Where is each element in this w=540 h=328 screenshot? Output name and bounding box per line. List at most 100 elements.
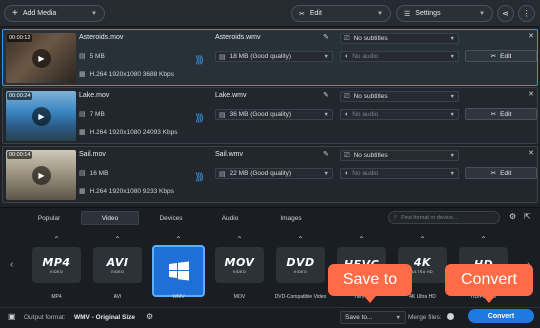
format-mov[interactable]: ⌃ MOV VIDEO MOV	[212, 231, 267, 315]
duration-badge: 00:00:12	[7, 34, 33, 42]
search-icon: ⌕	[394, 214, 398, 220]
scissors-icon: ✂	[490, 53, 497, 60]
output-filename[interactable]: Sail.wmv	[215, 151, 243, 158]
tab-popular[interactable]: Popular	[20, 211, 78, 225]
settings-label: Settings	[415, 10, 441, 17]
audio-icon: ◖	[344, 53, 349, 60]
output-size-dropdown[interactable]: ▤ 36 MB (Good quality) ▼	[215, 109, 333, 120]
subtitles-dropdown[interactable]: ⎚ No subtitles ▼	[340, 33, 459, 44]
format-search-input[interactable]: ⌕ Find format or device...	[388, 211, 500, 224]
output-size-dropdown[interactable]: ▤ 22 MB (Good quality) ▼	[215, 168, 333, 179]
merge-files-toggle[interactable]	[447, 313, 454, 320]
scissors-icon: ✂	[490, 111, 497, 118]
file-row[interactable]: 00:00:24 ▶ Lake.mov ▤ 7 MB ▦ H.264 1920x10…	[2, 87, 538, 144]
output-size-text: 36 MB (Good quality)	[229, 111, 292, 118]
output-size-dropdown[interactable]: ▤ 18 MB (Good quality) ▼	[215, 51, 333, 62]
edit-button[interactable]: ✂ Edit ▼	[291, 5, 391, 22]
file-icon: ▤	[79, 170, 86, 177]
windows-logo-icon	[168, 261, 189, 281]
remove-file-icon[interactable]: ✕	[528, 149, 534, 157]
subtitle-icon: ⎚	[344, 34, 350, 42]
rename-icon[interactable]: ✎	[323, 33, 329, 41]
audio-dropdown[interactable]: ◖ No audio ▼	[340, 51, 459, 62]
chevron-down-icon: ▼	[323, 53, 329, 60]
subtitles-dropdown[interactable]: ⎚ No subtitles ▼	[340, 91, 459, 102]
video-thumbnail[interactable]: 00:00:12 ▶	[6, 33, 76, 83]
file-icon: ▤	[219, 170, 226, 178]
settings-button[interactable]: ☰ Settings ▼	[396, 5, 493, 22]
video-thumbnail[interactable]: 00:00:14 ▶	[6, 150, 76, 200]
output-filename[interactable]: Lake.wmv	[215, 92, 247, 99]
add-media-label: Add Media	[22, 10, 57, 17]
video-thumbnail[interactable]: 00:00:24 ▶	[6, 91, 76, 141]
edit-file-button[interactable]: ✂ Edit	[465, 167, 537, 179]
export-icon[interactable]: ⇱	[524, 212, 531, 221]
format-badge-sub: ULTRA HD	[411, 270, 434, 274]
audio-dropdown[interactable]: ◖ No audio ▼	[340, 109, 459, 120]
codec-text: H.264 1920x1080 9233 Kbps	[89, 187, 174, 195]
play-icon[interactable]: ▶	[32, 107, 51, 126]
format-badge-sub: VIDEO	[49, 270, 64, 274]
remove-file-icon[interactable]: ✕	[528, 90, 534, 98]
output-settings-gear-icon[interactable]: ⚙	[146, 312, 153, 321]
format-badge-sub: VIDEO	[293, 270, 308, 274]
play-icon[interactable]: ▶	[32, 166, 51, 185]
convert-button[interactable]: Convert	[468, 309, 534, 323]
settings-icon: ☰	[404, 10, 411, 18]
edit-file-button[interactable]: ✂ Edit	[465, 50, 537, 62]
format-avi[interactable]: ⌃ AVI VIDEO AVI	[90, 231, 145, 315]
audio-icon: ◖	[344, 111, 349, 118]
bottom-bar: ▣ Output format: WMV - Original Size ⚙ S…	[0, 307, 540, 328]
play-icon[interactable]: ▶	[32, 49, 51, 68]
plus-icon: +	[12, 8, 18, 19]
audio-icon: ◖	[344, 170, 349, 177]
more-button[interactable]: ⋮	[518, 5, 535, 22]
audio-dropdown[interactable]: ◖ No audio ▼	[340, 168, 459, 179]
tab-audio[interactable]: Audio	[201, 211, 259, 225]
audio-text: No audio	[352, 170, 379, 177]
convert-callout: Convert	[445, 264, 533, 303]
convert-arrow-icon: ⟫⟫	[195, 113, 204, 124]
source-size: ▤ 5 MB	[79, 52, 105, 61]
codec-text: H.264 1920x1080 24093 Kbps	[89, 128, 178, 136]
scissors-icon: ✂	[299, 10, 305, 18]
rename-icon[interactable]: ✎	[323, 91, 329, 99]
output-format-value[interactable]: WMV - Original Size	[74, 314, 135, 321]
share-button[interactable]: ⋖	[497, 5, 514, 22]
settings-gear-icon[interactable]: ⚙	[509, 212, 516, 221]
add-media-button[interactable]: + Add Media ▼	[4, 5, 105, 22]
tab-video[interactable]: Video	[81, 211, 139, 225]
remove-file-icon[interactable]: ✕	[528, 32, 534, 40]
search-placeholder: Find format or device...	[401, 214, 458, 221]
mov-format-icon: MOV VIDEO	[215, 247, 264, 283]
output-filename[interactable]: Asteroids.wmv	[215, 34, 261, 41]
file-icon: ▤	[79, 53, 86, 60]
tab-devices[interactable]: Devices	[142, 211, 200, 225]
file-row[interactable]: 00:00:12 ▶ Asteroids.mov ▤ 5 MB ▦ H.264 19…	[2, 29, 538, 86]
edit-label: Edit	[309, 10, 322, 17]
chevron-up-icon: ⌃	[53, 235, 60, 244]
format-mp4[interactable]: ⌃ MP4 VIDEO MP4	[29, 231, 84, 315]
save-to-dropdown[interactable]: Save to... ▼	[340, 311, 406, 324]
file-icon: ▤	[219, 53, 226, 61]
codec-text: H.264 1920x1080 3688 Kbps	[89, 70, 174, 78]
format-dvd[interactable]: ⌃ DVD VIDEO DVD-Compatible Video	[273, 231, 328, 315]
share-icon: ⋖	[502, 9, 509, 18]
file-row[interactable]: 00:00:14 ▶ Sail.mov ▤ 16 MB ▦ H.264 1920x1…	[2, 146, 538, 203]
chevron-up-icon: ⌃	[419, 235, 426, 244]
format-wmv[interactable]: ⌃ WMV	[151, 231, 206, 315]
tab-images[interactable]: Images	[262, 211, 320, 225]
rename-icon[interactable]: ✎	[323, 150, 329, 158]
chevron-down-icon: ▼	[449, 152, 455, 159]
format-badge-text: 4K	[413, 256, 432, 269]
subtitles-text: No subtitles	[353, 35, 388, 42]
source-size-text: 5 MB	[89, 52, 105, 60]
chevron-up-icon: ⌃	[480, 235, 487, 244]
film-icon: ▦	[79, 129, 86, 136]
scroll-left-icon[interactable]: ‹	[10, 259, 13, 270]
file-icon: ▤	[79, 111, 86, 118]
chevron-down-icon: ▼	[395, 314, 401, 321]
subtitles-dropdown[interactable]: ⎚ No subtitles ▼	[340, 150, 459, 161]
output-format-icon: ▣	[8, 312, 16, 321]
edit-file-button[interactable]: ✂ Edit	[465, 108, 537, 120]
